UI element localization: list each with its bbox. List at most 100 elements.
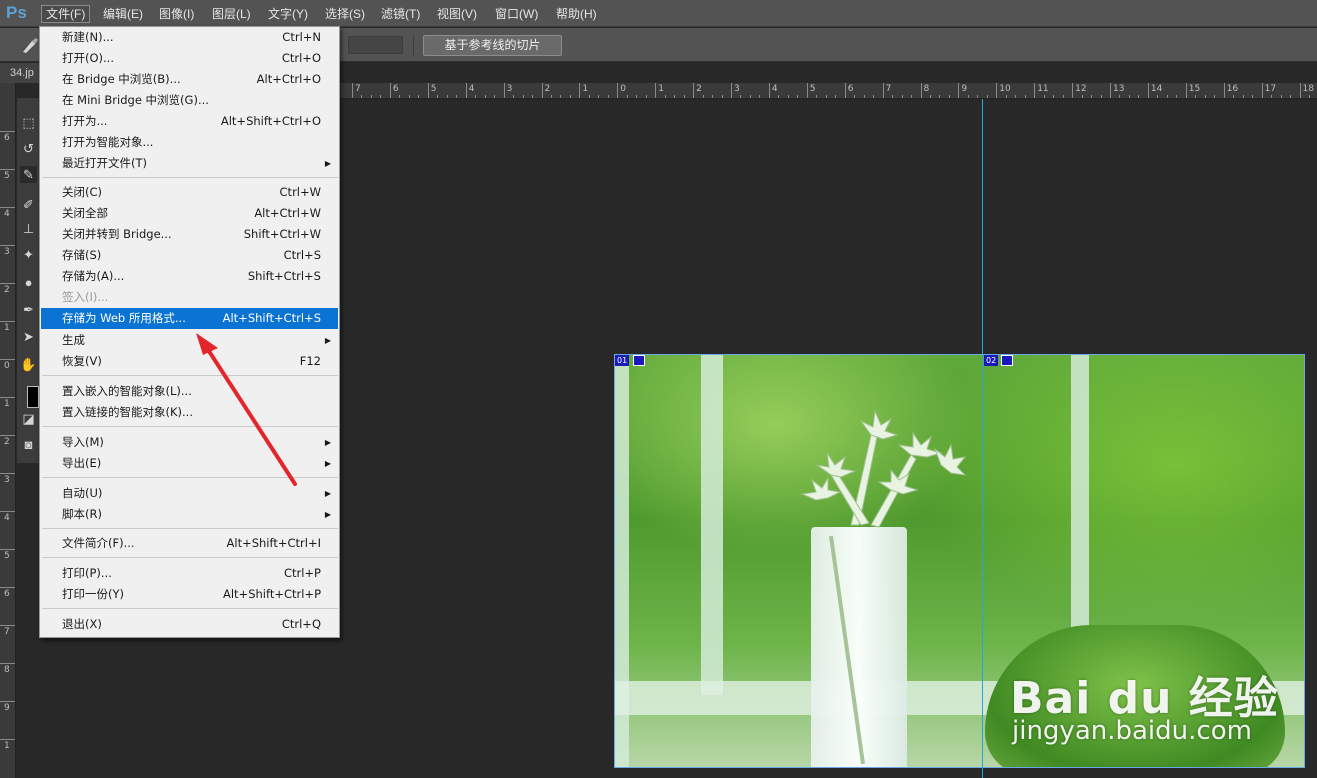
menu-item-print-one-copy[interactable]: 打印一份(Y) Alt+Shift+Ctrl+P — [41, 584, 338, 605]
horizontal-ruler: 7 6 5 4 3 2 1 0 1 2 3 4 5 6 7 8 9 10 11 12 13 14 15 16 17 18 — [340, 83, 1317, 99]
ruler-minor-tick — [683, 95, 685, 98]
stamp-tool-icon[interactable]: ⊥ — [20, 220, 37, 237]
ruler-tick — [503, 83, 505, 98]
menu-layer[interactable]: 图层(L) — [208, 5, 255, 23]
menu-item-import[interactable]: 导入(M) ▶ — [41, 432, 338, 453]
healing-brush-icon[interactable]: ✐ — [20, 196, 37, 213]
ruler-minor-tick — [816, 95, 818, 98]
menu-item-open[interactable]: 打开(O)... Ctrl+O — [41, 48, 338, 69]
submenu-arrow-icon: ▶ — [324, 459, 331, 468]
ruler-minor-tick — [1053, 95, 1055, 98]
slice-image-icon — [633, 355, 645, 366]
menu-item-recent-files[interactable]: 最近打开文件(T) ▶ — [41, 153, 338, 174]
ruler-tick — [0, 435, 15, 436]
menu-filter[interactable]: 滤镜(T) — [377, 5, 424, 23]
menu-item-print[interactable]: 打印(P)... Ctrl+P — [41, 563, 338, 584]
ruler-label: 5 — [4, 171, 10, 181]
menu-item-scripts[interactable]: 脚本(R) ▶ — [41, 504, 338, 525]
menu-item-save-as[interactable]: 存储为(A)... Shift+Ctrl+S — [41, 266, 338, 287]
ruler-tick — [1223, 83, 1225, 98]
ruler-minor-tick — [560, 95, 562, 98]
slice-tool-icon-active[interactable]: ✎ — [20, 166, 37, 183]
menu-item-open-as[interactable]: 打开为... Alt+Shift+Ctrl+O — [41, 111, 338, 132]
ruler-tick — [0, 207, 15, 208]
ruler-tick — [579, 83, 581, 98]
ruler-minor-tick — [399, 95, 401, 98]
menu-item-exit[interactable]: 退出(X) Ctrl+Q — [41, 614, 338, 635]
ruler-minor-tick — [1233, 95, 1235, 98]
menu-item-check-in: 签入(I)... — [62, 290, 109, 304]
swap-colors-icon[interactable]: ◪ — [20, 410, 37, 427]
menu-item-close[interactable]: 关闭(C) Ctrl+W — [41, 182, 338, 203]
slice-02-label[interactable]: 02 — [984, 355, 999, 366]
menu-separator — [42, 426, 338, 427]
ruler-label: 1 — [582, 84, 589, 94]
ruler-tick — [465, 83, 467, 98]
menu-item-place-linked[interactable]: 置入链接的智能对象(K)... — [41, 402, 338, 423]
ruler-tick — [427, 83, 429, 98]
submenu-arrow-icon: ▶ — [324, 159, 331, 168]
menu-type[interactable]: 文字(Y) — [264, 5, 312, 23]
menu-item-generate[interactable]: 生成 ▶ — [41, 330, 338, 351]
ruler-minor-tick — [1128, 95, 1130, 98]
menu-image[interactable]: 图像(I) — [155, 5, 198, 23]
menu-item-close-go-bridge[interactable]: 关闭并转到 Bridge... Shift+Ctrl+W — [41, 224, 338, 245]
slice-from-guides-button[interactable]: 基于参考线的切片 — [423, 35, 562, 56]
photoshop-logo: Ps — [6, 3, 27, 22]
slice-option-field[interactable] — [348, 36, 403, 54]
menu-item-export[interactable]: 导出(E) ▶ — [41, 453, 338, 474]
menu-item-file-info[interactable]: 文件简介(F)... Alt+Shift+Ctrl+I — [41, 533, 338, 554]
ruler-label: 7 — [885, 84, 892, 94]
hand-tool-icon[interactable]: ✋ — [20, 356, 37, 373]
path-select-icon[interactable]: ➤ — [20, 328, 37, 345]
slice-01-label[interactable]: 01 — [615, 355, 630, 366]
ruler-label: 3 — [4, 247, 10, 257]
ruler-minor-tick — [759, 95, 761, 98]
ruler-label: 13 — [1113, 84, 1125, 94]
menu-item-close-all[interactable]: 关闭全部 Alt+Ctrl+W — [41, 203, 338, 224]
menu-select[interactable]: 选择(S) — [321, 5, 369, 23]
history-brush-icon[interactable]: ✦ — [20, 246, 37, 263]
menu-item-revert[interactable]: 恢复(V) F12 — [41, 351, 338, 372]
marquee-tool-icon[interactable]: ⬚ — [20, 114, 37, 131]
blur-tool-icon[interactable]: ● — [20, 274, 37, 291]
ruler-minor-tick — [1195, 95, 1197, 98]
menu-item-save[interactable]: 存储(S) Ctrl+S — [41, 245, 338, 266]
ruler-minor-tick — [550, 95, 552, 98]
ruler-minor-tick — [607, 95, 609, 98]
menu-help[interactable]: 帮助(H) — [552, 5, 601, 23]
vertical-guide-line[interactable] — [982, 99, 983, 778]
menu-file[interactable]: 文件(F) — [41, 5, 91, 23]
menu-item-automate[interactable]: 自动(U) ▶ — [41, 483, 338, 504]
menu-item-new[interactable]: 新建(N)... Ctrl+N — [41, 27, 338, 48]
ruler-minor-tick — [588, 95, 590, 98]
ruler-label: 8 — [4, 665, 10, 675]
menu-item-browse-bridge[interactable]: 在 Bridge 中浏览(B)... Alt+Ctrl+O — [41, 69, 338, 90]
ruler-minor-tick — [778, 95, 780, 98]
document-tab[interactable]: 34.jp — [0, 63, 40, 83]
menu-view[interactable]: 视图(V) — [433, 5, 481, 23]
ruler-tick — [0, 625, 15, 626]
ruler-minor-tick — [1176, 95, 1178, 98]
ruler-minor-tick — [721, 95, 723, 98]
ruler-label: 4 — [468, 84, 475, 94]
pen-tool-icon[interactable]: ✒ — [20, 301, 37, 318]
menu-item-save-for-web[interactable]: 存储为 Web 所用格式... Alt+Shift+Ctrl+S — [41, 308, 338, 329]
ruler-minor-tick — [674, 95, 676, 98]
lasso-tool-icon[interactable]: ↺ — [20, 140, 37, 157]
menu-separator — [42, 177, 338, 178]
menu-item-open-smart-object[interactable]: 打开为智能对象... — [41, 132, 338, 153]
ruler-minor-tick — [797, 95, 799, 98]
foreground-color-swatch[interactable] — [27, 386, 39, 408]
ruler-tick — [0, 321, 15, 322]
menu-edit[interactable]: 编辑(E) — [99, 5, 147, 23]
menu-item-place-embedded[interactable]: 置入嵌入的智能对象(L)... — [41, 381, 338, 402]
ruler-tick — [882, 83, 884, 98]
ruler-label: 7 — [355, 84, 361, 94]
quick-mask-icon[interactable]: ◙ — [20, 436, 37, 453]
slice-tool-icon[interactable] — [20, 36, 40, 54]
menu-window[interactable]: 窗口(W) — [491, 5, 542, 23]
menu-item-browse-mini-bridge[interactable]: 在 Mini Bridge 中浏览(G)... — [41, 90, 338, 111]
ruler-minor-tick — [873, 95, 875, 98]
ruler-label: 0 — [4, 361, 10, 371]
